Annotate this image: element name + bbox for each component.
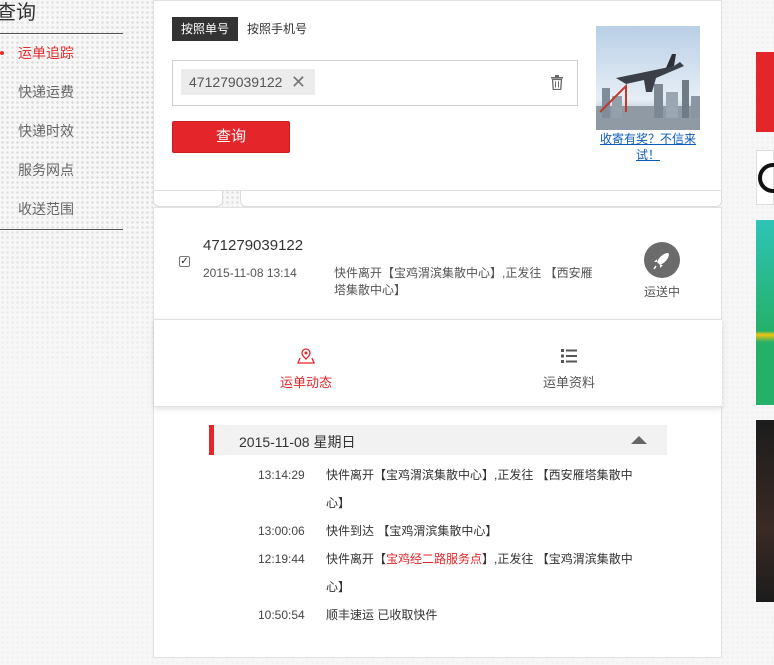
event-time: 10:50:54 <box>258 608 305 622</box>
event-text: 快件离开【 <box>326 552 387 566</box>
tab-tracking-events[interactable]: 运单动态 <box>236 320 376 406</box>
tracking-number-input[interactable]: 471279039122 ✕ <box>172 60 578 106</box>
sidebar-item-label: 快递运费 <box>18 84 74 100</box>
sidebar-item-delivery-time[interactable]: 快递时效 <box>0 118 123 157</box>
event-text: 顺丰速运 已收取快件 <box>326 608 438 622</box>
map-pin-icon <box>297 348 315 364</box>
query-button[interactable]: 查询 <box>172 121 290 153</box>
sidebar-title: 查询 <box>0 2 36 24</box>
event-text: 心】 <box>326 496 351 510</box>
result-checkbox[interactable]: ✓ <box>179 256 190 267</box>
promo-image[interactable] <box>596 26 700 130</box>
promo-link[interactable]: 收寄有奖？不信来试！ <box>596 131 700 163</box>
event-description: 快件到达 【宝鸡渭滨集散中心】 <box>326 517 642 545</box>
sidebar-item-tracking[interactable]: 运单追踪 <box>0 40 123 79</box>
side-ad-green[interactable] <box>756 220 774 405</box>
close-icon[interactable]: ✕ <box>291 69 306 95</box>
sidebar-item-label: 运单追踪 <box>18 45 74 61</box>
chip-value: 471279039122 <box>189 74 283 90</box>
list-icon <box>561 349 577 363</box>
detail-tabs: 运单动态 运单资料 <box>154 319 722 407</box>
sidebar-item-shipping-fee[interactable]: 快递运费 <box>0 79 123 118</box>
tracking-number-chip: 471279039122 ✕ <box>181 69 315 95</box>
sidebar-item-label: 服务网点 <box>18 162 74 178</box>
sidebar-divider-bottom <box>0 229 123 230</box>
shipment-status-label: 运送中 <box>643 285 680 299</box>
sidebar-divider-top <box>0 33 123 34</box>
brand-logo-icon <box>758 163 774 193</box>
day-header-date: 2015-11-08 星期日 <box>239 434 356 450</box>
active-dot-icon <box>0 51 4 55</box>
result-latest-time: 2015-11-08 13:14 <box>203 266 297 280</box>
sidebar-item-service-points[interactable]: 服务网点 <box>0 157 123 196</box>
tab-by-tracking-number[interactable]: 按照单号 <box>172 17 239 41</box>
event-time: 12:19:44 <box>258 552 305 566</box>
event-time: 13:00:06 <box>258 524 305 538</box>
sidebar-menu: 运单追踪 快递运费 快递时效 服务网点 收送范围 <box>0 40 123 235</box>
search-mode-tabs: 按照单号 按照手机号 <box>172 17 316 41</box>
tab-label: 运单资料 <box>542 375 595 390</box>
side-ad-dark[interactable] <box>756 420 774 602</box>
event-description: 快件离开【宝鸡经二路服务点】,正发往 【宝鸡渭滨集散中心】 <box>326 545 642 601</box>
result-tracking-number: 471279039122 <box>203 237 304 254</box>
sidebar-item-label: 收送范围 <box>18 201 74 217</box>
sidebar-item-label: 快递时效 <box>18 123 74 139</box>
event-highlight: 宝鸡经二路服务点 <box>386 552 483 566</box>
tab-shipment-info[interactable]: 运单资料 <box>499 320 639 406</box>
side-ad-logo[interactable] <box>756 150 774 205</box>
event-description: 顺丰速运 已收取快件 <box>326 601 642 629</box>
airplane-city-illustration <box>596 54 700 130</box>
rocket-icon <box>644 242 680 278</box>
tab-by-phone[interactable]: 按照手机号 <box>238 17 316 41</box>
panel-notch-right <box>240 191 722 207</box>
day-header[interactable]: 2015-11-08 星期日 <box>209 425 667 455</box>
result-latest-description: 快件离开【宝鸡渭滨集散中心】,正发往 【西安雁塔集散中心】 <box>334 266 593 297</box>
side-ad-red[interactable] <box>756 52 774 132</box>
event-text: 快件离开【宝鸡渭滨集散中心】,正发往 【西安雁塔集散中 <box>326 468 633 482</box>
collapse-caret-icon[interactable] <box>631 436 647 444</box>
event-description: 快件离开【宝鸡渭滨集散中心】,正发往 【西安雁塔集散中心】 <box>326 461 642 517</box>
panel-notch-left <box>153 191 223 207</box>
tab-label: 运单动态 <box>279 375 332 390</box>
event-time: 13:14:29 <box>258 468 305 482</box>
trash-icon[interactable] <box>551 75 563 90</box>
day-header-accent <box>209 425 214 455</box>
event-text: 快件到达 【宝鸡渭滨集散中心】 <box>326 524 498 538</box>
